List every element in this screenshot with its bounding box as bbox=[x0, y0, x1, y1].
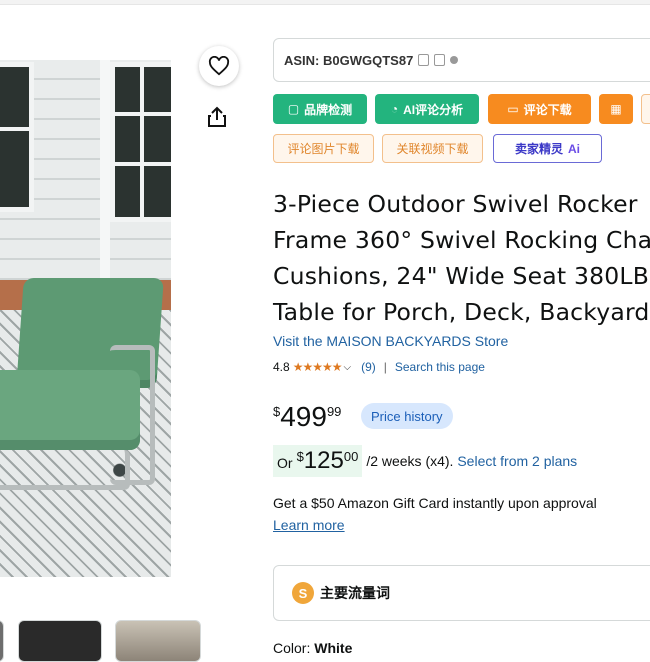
price: $ 499 99 bbox=[273, 400, 341, 434]
checkbox-icon: ▢ bbox=[287, 102, 300, 116]
installment-terms: /2 weeks (x4). bbox=[366, 453, 454, 469]
seller-sprite-button[interactable]: 卖家精灵 Ai bbox=[493, 134, 602, 163]
review-download-label: 评论下载 bbox=[523, 102, 572, 117]
learn-more-link[interactable]: Learn more bbox=[273, 517, 345, 533]
review-download-button[interactable]: ▭ 评论下载 bbox=[488, 94, 591, 124]
chevron-down-icon[interactable]: ⌵ bbox=[343, 362, 351, 373]
select-plans-link[interactable]: Select from 2 plans bbox=[457, 453, 577, 469]
store-link[interactable]: Visit the MAISON BACKYARDS Store bbox=[273, 333, 508, 349]
asin-text: ASIN: B0GWGQTS87 bbox=[284, 52, 414, 68]
thumbnail[interactable] bbox=[0, 620, 4, 662]
review-images-label: 评论图片下载 bbox=[287, 142, 360, 156]
rating-value: 4.8 bbox=[273, 360, 290, 374]
seller-sprite-label: 卖家精灵 bbox=[514, 142, 563, 156]
installment-or: Or bbox=[277, 455, 293, 471]
separator: | bbox=[383, 360, 387, 374]
image-window-right bbox=[110, 62, 171, 222]
main-keywords-label: 主要流量词 bbox=[320, 585, 390, 601]
installment-whole: 125 bbox=[303, 447, 344, 474]
installment-offer: Or $ 125 00 /2 weeks (x4). Select from 2… bbox=[273, 445, 577, 477]
rating-row: 4.8 ★★★★★ ⌵ (9) | Search this page bbox=[273, 360, 485, 374]
installment-price: Or $ 125 00 bbox=[273, 445, 363, 477]
review-images-download-button[interactable]: 评论图片下载 bbox=[273, 134, 374, 163]
color-value: White bbox=[314, 640, 353, 656]
title-line: Table for Porch, Deck, Backyard bbox=[273, 298, 650, 326]
installment-terms-row: /2 weeks (x4). Select from 2 plans bbox=[366, 453, 577, 469]
search-page-link[interactable]: Search this page bbox=[395, 360, 485, 374]
copy-icon[interactable] bbox=[418, 54, 430, 66]
product-main-image[interactable] bbox=[0, 60, 171, 577]
copy-link-icon[interactable] bbox=[434, 54, 446, 66]
brand-check-button[interactable]: ▢ 品牌检测 bbox=[273, 94, 367, 124]
price-history-button[interactable]: Price history bbox=[361, 403, 453, 429]
related-videos-download-button[interactable]: 关联视频下载 bbox=[382, 134, 483, 163]
installment-symbol: $ bbox=[296, 449, 304, 464]
brand-check-label: 品牌检测 bbox=[304, 102, 353, 117]
gift-card-offer: Get a $50 Amazon Gift Card instantly upo… bbox=[273, 495, 597, 511]
review-count-link[interactable]: (9) bbox=[361, 360, 376, 374]
related-videos-label: 关联视频下载 bbox=[396, 142, 469, 156]
star-rating-icon[interactable]: ★★★★★ bbox=[293, 360, 343, 374]
ai-review-label: AI评论分析 bbox=[403, 102, 464, 117]
color-selector-row: Color: White bbox=[273, 640, 352, 656]
color-label: Color: bbox=[273, 640, 311, 656]
seller-sprite-ai-label: Ai bbox=[568, 141, 580, 156]
image-window-left bbox=[0, 62, 34, 212]
location-icon[interactable] bbox=[450, 56, 459, 64]
extra-tool-button[interactable] bbox=[641, 94, 650, 124]
price-symbol: $ bbox=[273, 404, 281, 419]
plugin-asin-bar: ASIN: B0GWGQTS87 bbox=[273, 38, 650, 82]
wishlist-heart-button[interactable] bbox=[199, 46, 239, 86]
heart-icon bbox=[208, 56, 230, 76]
pie-chart-icon: ◔ bbox=[390, 102, 399, 116]
image-chair-seat bbox=[0, 370, 140, 450]
seller-sprite-logo-icon: S bbox=[292, 582, 314, 604]
title-line: Frame 360° Swivel Rocking Cha bbox=[273, 226, 650, 254]
product-info-column: ASIN: B0GWGQTS87 ▢ 品牌检测 ◔ AI评论分析 ▭ 评论下载 … bbox=[273, 0, 650, 656]
installment-fraction: 00 bbox=[343, 449, 359, 464]
calculator-button[interactable]: ▦ bbox=[599, 94, 633, 124]
thumbnail[interactable] bbox=[115, 620, 201, 662]
title-line: 3-Piece Outdoor Swivel Rocker bbox=[273, 190, 638, 218]
share-button[interactable] bbox=[197, 97, 237, 137]
price-fraction: 99 bbox=[326, 404, 342, 419]
share-icon bbox=[208, 106, 226, 127]
thumbnail[interactable] bbox=[18, 620, 102, 662]
price-whole: 499 bbox=[280, 401, 327, 432]
calculator-icon: ▦ bbox=[610, 102, 622, 116]
ai-review-button[interactable]: ◔ AI评论分析 bbox=[375, 94, 479, 124]
title-line: Cushions, 24" Wide Seat 380LB bbox=[273, 262, 650, 290]
product-title: 3-Piece Outdoor Swivel Rocker Frame 360°… bbox=[273, 186, 650, 330]
image-chair-base bbox=[0, 450, 130, 490]
comment-icon: ▭ bbox=[507, 102, 519, 116]
main-keywords-panel[interactable]: S 主要流量词 bbox=[273, 565, 650, 621]
